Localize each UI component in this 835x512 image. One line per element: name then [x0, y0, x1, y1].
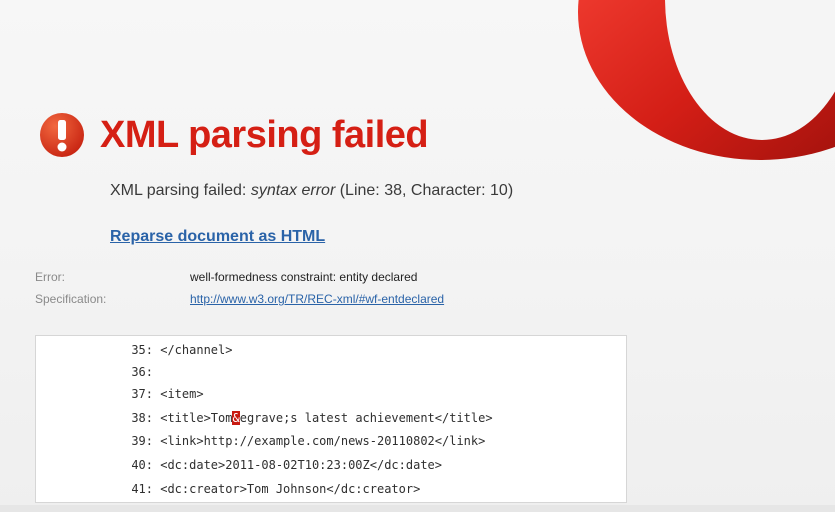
source-line: 35: </channel>	[36, 339, 232, 361]
line-number: 39:	[131, 434, 153, 448]
error-page: XML parsing failed XML parsing failed: s…	[0, 0, 835, 512]
opera-logo	[578, 0, 835, 160]
line-number: 35:	[131, 343, 153, 357]
specification-link[interactable]: http://www.w3.org/TR/REC-xml/#wf-entdecl…	[190, 292, 444, 306]
reparse-html-link[interactable]: Reparse document as HTML	[110, 228, 325, 246]
source-line: 40: <dc:date>2011-08-02T10:23:00Z</dc:da…	[36, 454, 442, 476]
line-number: 40:	[131, 458, 153, 472]
line-number: 38:	[131, 411, 153, 425]
source-line-error: 38: <title>Tom&egrave;s latest achieveme…	[36, 407, 493, 429]
error-character: &	[232, 411, 240, 425]
line-code: <dc:creator>Tom Johnson</dc:creator>	[160, 482, 421, 496]
bottom-bar	[0, 505, 835, 512]
source-line: 36:	[36, 361, 160, 383]
message-prefix: XML parsing failed:	[110, 182, 251, 199]
source-line: 37: <item>	[36, 383, 204, 405]
message-location: (Line: 38, Character: 10)	[335, 182, 514, 199]
line-code-after: egrave;s latest achievement</title>	[239, 411, 493, 425]
source-line: 39: <link>http://example.com/news-201108…	[36, 430, 485, 452]
line-number: 37:	[131, 387, 153, 401]
line-number: 41:	[131, 482, 153, 496]
source-excerpt: 35: </channel> 36: 37: <item> 38: <title…	[35, 335, 627, 503]
source-line: 41: <dc:creator>Tom Johnson</dc:creator>	[36, 478, 420, 500]
error-label: Error:	[35, 270, 65, 284]
error-header: XML parsing failed	[38, 110, 429, 160]
exclamation-circle-icon	[40, 113, 84, 157]
line-code: <link>http://example.com/news-20110802</…	[160, 434, 486, 448]
line-code: <item>	[160, 387, 204, 401]
line-code: </channel>	[160, 343, 233, 357]
line-code: <dc:date>2011-08-02T10:23:00Z</dc:date>	[160, 458, 442, 472]
error-value: well-formedness constraint: entity decla…	[190, 270, 418, 284]
error-message: XML parsing failed: syntax error (Line: …	[110, 182, 513, 200]
line-code-before: <title>Tom	[160, 411, 233, 425]
line-number: 36:	[131, 365, 153, 379]
page-title: XML parsing failed	[100, 113, 429, 156]
message-error-type: syntax error	[250, 182, 336, 199]
specification-label: Specification:	[35, 292, 107, 306]
